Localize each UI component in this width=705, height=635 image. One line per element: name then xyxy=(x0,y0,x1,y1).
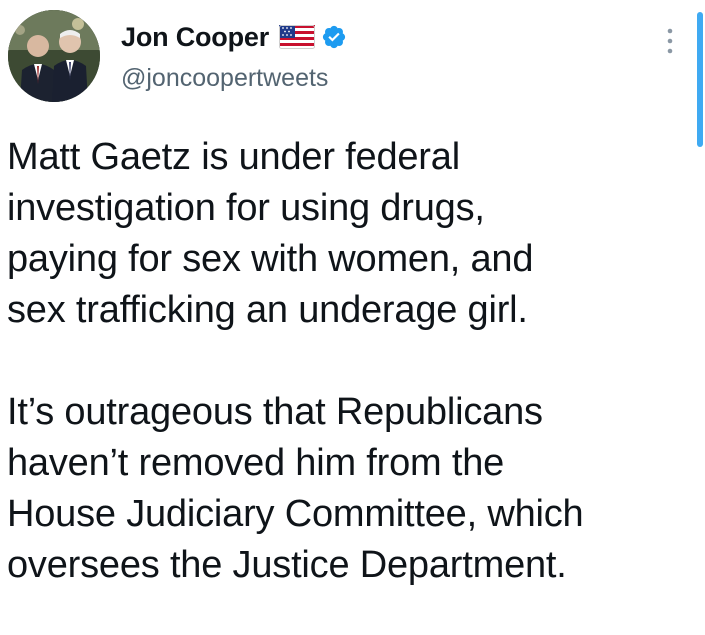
author-name-row[interactable]: Jon Cooper xyxy=(121,20,347,54)
tweet-text: Matt Gaetz is under federal investigatio… xyxy=(7,132,687,591)
verified-badge-icon xyxy=(321,24,347,50)
tweet-paragraph: It’s outrageous that Republicans haven’t… xyxy=(7,391,584,586)
more-vertical-icon[interactable] xyxy=(660,24,680,58)
tweet-card: Jon Cooper @joncoopertweets Matt Gaetz i… xyxy=(0,0,705,635)
tweet-paragraph: Matt Gaetz is under federal investigatio… xyxy=(7,136,534,331)
display-name[interactable]: Jon Cooper xyxy=(121,22,269,53)
us-flag-icon xyxy=(279,25,316,49)
scrollbar[interactable] xyxy=(697,12,703,147)
avatar-photo xyxy=(8,10,100,102)
avatar[interactable] xyxy=(8,10,100,102)
author-handle[interactable]: @joncoopertweets xyxy=(121,64,328,93)
